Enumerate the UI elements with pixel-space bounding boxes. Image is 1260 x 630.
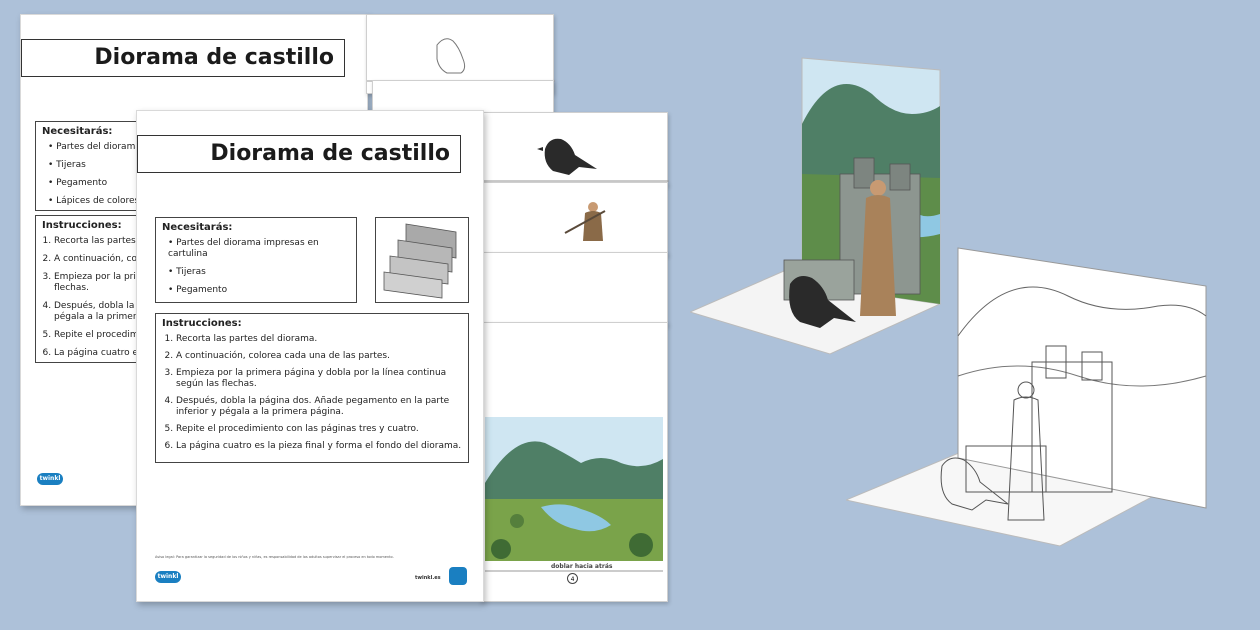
- instructions-heading: Instrucciones:: [162, 318, 242, 329]
- brand-url: twinkl.es: [415, 575, 441, 581]
- worksheet-front: Diorama de castillo Necesitarás: Partes …: [136, 110, 484, 602]
- cutout-page-crow: [480, 112, 669, 186]
- cutout-page-3: [480, 252, 668, 326]
- list-item: Empieza por la primera página y dobla po…: [176, 368, 462, 390]
- brand-badge-icon: [449, 567, 467, 585]
- list-item: Repite el procedimiento con las páginas …: [176, 424, 462, 435]
- needs-box: Necesitarás: Partes del diorama impresas…: [155, 217, 357, 303]
- list-item: La página cuatro es la pieza final y for…: [176, 441, 462, 452]
- list-item: A continuación, colorea cada una de las …: [176, 351, 462, 362]
- worksheet-front-title: Diorama de castillo: [137, 135, 461, 173]
- page-number: 4: [567, 573, 578, 584]
- list-item: Tijeras: [168, 267, 350, 278]
- worksheet-back-title: Diorama de castillo: [21, 39, 345, 77]
- instructions-list: Recorta las partes del diorama. A contin…: [156, 334, 468, 452]
- crow-figure: [481, 138, 669, 182]
- folded-pages-illustration: [383, 223, 457, 299]
- needs-list: Partes del diorama impresas en cartulina…: [156, 238, 356, 296]
- list-item: Recorta las partes del diorama.: [176, 334, 462, 345]
- landscape-background-illustration: [485, 417, 663, 572]
- brand-logo: twinkl: [155, 571, 181, 583]
- fold-instruction: doblar hacia atrás: [551, 563, 613, 570]
- list-item: Partes del diorama impresas en cartulina: [168, 238, 350, 260]
- instructions-box: Instrucciones: Recorta las partes del di…: [155, 313, 469, 463]
- needs-heading: Necesitarás:: [162, 222, 233, 233]
- back-brand-logo: twinkl: [37, 473, 63, 485]
- character-figure: [564, 202, 606, 241]
- folded-pages-illustration-box: [375, 217, 469, 303]
- cutout-page-background: doblar hacia atrás 4: [480, 322, 668, 602]
- list-item: Pegamento: [168, 285, 350, 296]
- list-item: Después, dobla la página dos. Añade pega…: [176, 396, 462, 418]
- legal-notice: Aviso legal: Para garantizar la segurida…: [155, 555, 394, 559]
- cutout-page-figure: [480, 182, 668, 256]
- uncolored-diorama-preview: [846, 247, 1207, 547]
